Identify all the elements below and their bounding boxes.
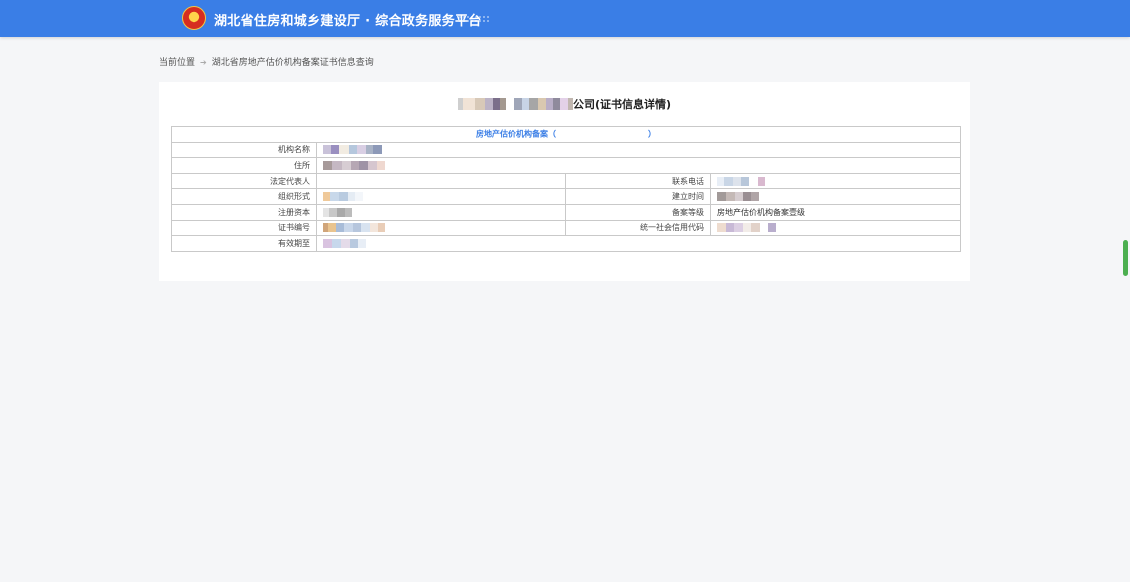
legal-rep-label: 法定代表人 (171, 172, 317, 190)
redacted-company-name (457, 98, 573, 110)
address-label: 住所 (171, 157, 317, 174)
breadcrumb: 当前位置 ➔ 湖北省房地产估价机构备案证书信息查询 (159, 55, 374, 68)
legal-rep-value (316, 172, 566, 190)
section-title: 房地产估价机构备案（） (171, 126, 961, 143)
org-name-label: 机构名称 (171, 141, 317, 159)
table-row: 法定代表人 联系电话 (171, 172, 961, 190)
org-form-label: 组织形式 (171, 188, 317, 205)
redacted-filing-number (556, 128, 648, 140)
credit-code-label: 统一社会信用代码 (565, 219, 711, 237)
cert-no-label: 证书编号 (171, 219, 317, 237)
arrow-right-icon: ➔ (200, 58, 207, 67)
grade-value: 房地产估价机构备案壹级 (710, 203, 961, 221)
grade-label: 备案等级 (565, 203, 711, 221)
redacted-value (323, 222, 385, 234)
established-label: 建立时间 (565, 188, 711, 205)
phone-label: 联系电话 (565, 172, 711, 190)
table-row: 证书编号 统一社会信用代码 (171, 219, 961, 237)
redacted-value (717, 222, 776, 234)
top-header-bar: 湖北省住房和城乡建设厅 · 综合政务服务平台 (0, 0, 1130, 37)
breadcrumb-page[interactable]: 湖北省房地产估价机构备案证书信息查询 (212, 58, 374, 68)
header-decoration (458, 15, 490, 23)
org-form-value (316, 188, 566, 205)
capital-value (316, 203, 566, 221)
table-row: 组织形式 建立时间 (171, 188, 961, 205)
valid-until-value (316, 235, 961, 252)
established-value (710, 188, 961, 205)
redacted-value (323, 159, 385, 171)
address-value (316, 157, 961, 174)
redacted-value (717, 175, 765, 187)
redacted-value (323, 144, 382, 156)
credit-code-value (710, 219, 961, 237)
table-row: 注册资本 备案等级 房地产估价机构备案壹级 (171, 203, 961, 221)
certificate-detail-panel: 公司(证书信息详情) 房地产估价机构备案（） 机构名称 住所 法定代表人 联系电… (159, 82, 970, 281)
table-row: 住所 (171, 157, 961, 174)
capital-label: 注册资本 (171, 203, 317, 221)
detail-heading: 公司(证书信息详情) (159, 96, 970, 112)
redacted-value (323, 191, 363, 203)
redacted-value (717, 191, 759, 203)
table-row: 有效期至 (171, 235, 961, 252)
redacted-value (323, 237, 366, 249)
org-name-value (316, 141, 961, 159)
national-emblem-icon (182, 6, 206, 30)
cert-no-value (316, 219, 566, 237)
table-row: 房地产估价机构备案（） (171, 126, 961, 143)
table-row: 机构名称 (171, 141, 961, 159)
redacted-value (323, 206, 352, 218)
certificate-info-table: 房地产估价机构备案（） 机构名称 住所 法定代表人 联系电话 组织形式 建立时间… (171, 126, 961, 252)
valid-until-label: 有效期至 (171, 235, 317, 252)
phone-value (710, 172, 961, 190)
platform-title: 湖北省住房和城乡建设厅 · 综合政务服务平台 (214, 14, 482, 29)
detail-title: 公司(证书信息详情) (572, 98, 672, 111)
breadcrumb-current-label: 当前位置 (159, 58, 196, 68)
scrollbar-thumb[interactable] (1123, 240, 1128, 276)
